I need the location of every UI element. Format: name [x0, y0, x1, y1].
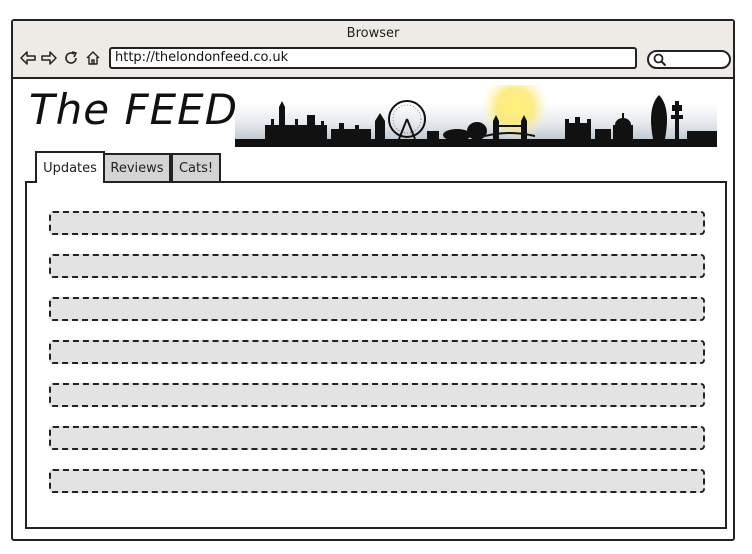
address-bar[interactable]: http://thelondonfeed.co.uk	[109, 47, 637, 69]
tab-updates[interactable]: Updates	[35, 151, 105, 183]
refresh-button[interactable]	[62, 49, 80, 67]
site-logo[interactable]: The FEED	[29, 85, 238, 134]
forward-button[interactable]	[40, 49, 58, 67]
tab-cats[interactable]: Cats!	[171, 153, 221, 181]
home-icon	[86, 51, 100, 65]
refresh-icon	[65, 51, 77, 64]
list-item[interactable]	[49, 426, 705, 450]
search-input[interactable]	[647, 50, 731, 69]
tab-reviews[interactable]: Reviews	[103, 153, 171, 181]
list-item[interactable]	[49, 469, 705, 493]
browser-window: Browser http://thelondonfeed.co.uk The F…	[11, 19, 735, 541]
list-item[interactable]	[49, 254, 705, 278]
window-title: Browser	[346, 26, 400, 41]
list-item[interactable]	[49, 211, 705, 235]
list-item[interactable]	[49, 340, 705, 364]
list-item[interactable]	[49, 383, 705, 407]
updates-panel	[25, 181, 727, 529]
back-button[interactable]	[19, 49, 37, 67]
forward-arrow-icon	[41, 51, 57, 65]
search-icon	[653, 53, 667, 67]
home-button[interactable]	[84, 49, 102, 67]
browser-chrome: Browser http://thelondonfeed.co.uk	[13, 21, 733, 79]
list-item[interactable]	[49, 297, 705, 321]
skyline-banner	[235, 85, 717, 147]
back-arrow-icon	[20, 51, 36, 65]
